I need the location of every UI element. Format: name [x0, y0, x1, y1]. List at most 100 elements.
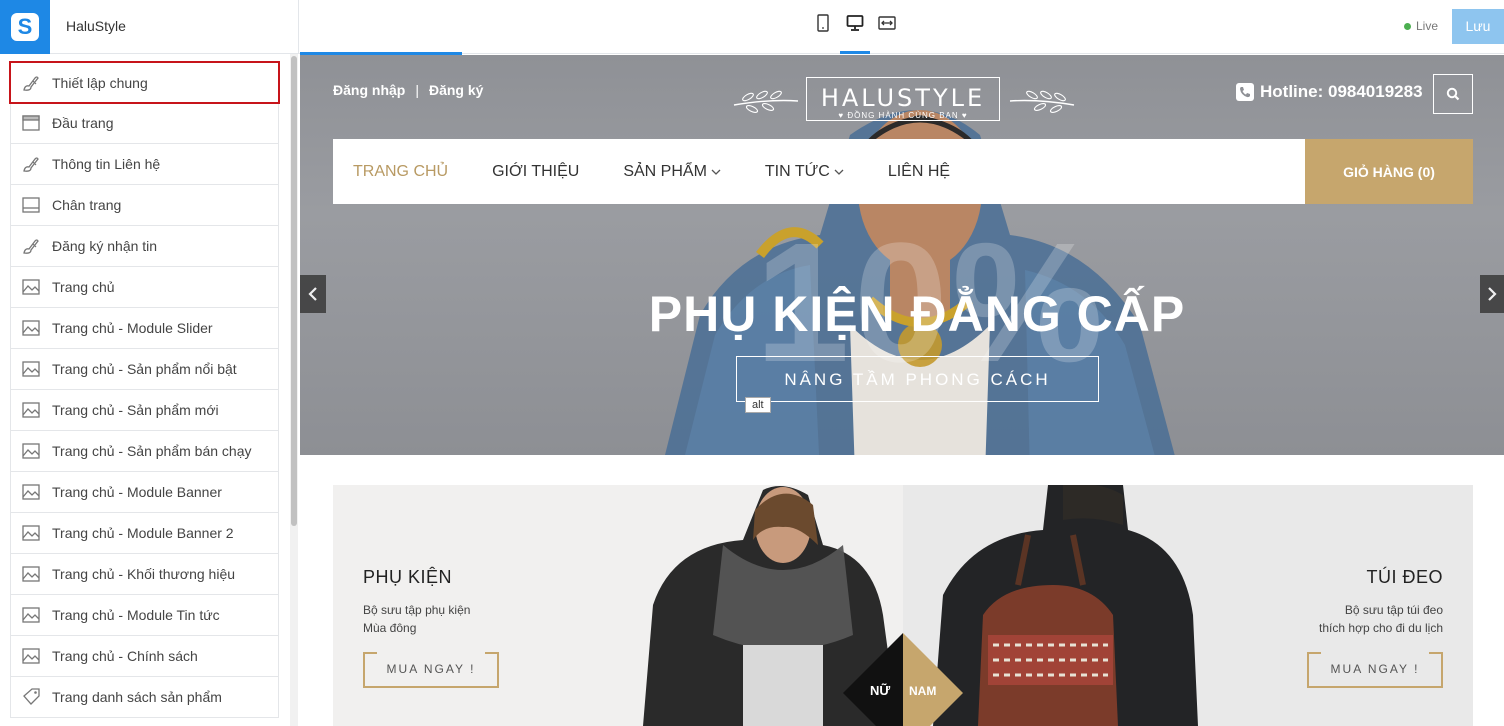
sidebar-item-label: Thiết lập chung [52, 74, 148, 91]
mobile-view-button[interactable] [812, 14, 834, 40]
chevron-left-icon [308, 287, 317, 301]
sidebar-item[interactable]: Thông tin Liên hệ [10, 144, 279, 185]
nav-news-label: TIN TỨC [764, 162, 830, 180]
cart-button[interactable]: GIỎ HÀNG (0) [1305, 139, 1473, 204]
sidebar-item[interactable]: Chân trang [10, 185, 279, 226]
sidebar-scrollbar[interactable] [290, 54, 298, 726]
live-label: Live [1416, 19, 1439, 33]
banner-right-buy-label: MUA NGAY ! [1330, 662, 1420, 676]
banner-right-desc: Bộ sưu tập túi đeo thích hợp cho đi du l… [1319, 601, 1443, 637]
sidebar-item[interactable]: Trang chủ - Sản phẩm mới [10, 390, 279, 431]
desktop-icon [846, 15, 864, 31]
sidebar-item[interactable]: Trang chủ [10, 267, 279, 308]
sidebar-item[interactable]: Trang chủ - Sản phẩm nổi bật [10, 349, 279, 390]
sidebar-item-label: Thông tin Liên hệ [52, 156, 161, 172]
hero-title: PHỤ KIỆN ĐẲNG CẤP [648, 286, 1186, 342]
diamond-left-shape [843, 633, 903, 726]
fullwidth-icon [878, 16, 896, 30]
banner-left-title: PHỤ KIỆN [363, 567, 453, 587]
sidebar-item-label: Trang chủ [52, 279, 115, 295]
badge-male-half[interactable]: NAM [903, 633, 963, 726]
settings-sidebar: Thiết lập chung Đầu trang Thông tin Liên h… [0, 54, 300, 726]
sidebar-item[interactable]: Trang chủ - Module Slider [10, 308, 279, 349]
sidebar-item-label: Trang chủ - Sản phẩm bán chạy [52, 443, 252, 459]
site-logo-frame: HALUSTYLE ♥ ĐỒNG HÀNH CÙNG BẠN ♥ [806, 77, 1000, 121]
banner-right-desc-line2: thích hợp cho đi du lịch [1319, 621, 1443, 635]
chevron-right-icon [1488, 287, 1497, 301]
gender-badge: NỮ NAM [843, 633, 963, 726]
button-corner [1307, 652, 1321, 654]
image-icon [22, 607, 40, 623]
nav-home[interactable]: TRANG CHỦ [353, 163, 448, 181]
site-logo[interactable]: HALUSTYLE ♥ ĐỒNG HÀNH CÙNG BẠN ♥ [730, 75, 1080, 127]
sidebar-item-label: Chân trang [52, 197, 122, 213]
phone-icon [1236, 83, 1254, 101]
banner-accessories[interactable]: PHỤ KIỆN Bộ sưu tập phụ kiện Mùa đông MU… [333, 485, 903, 726]
register-link[interactable]: Đăng ký [429, 82, 483, 98]
search-button[interactable] [1433, 74, 1473, 114]
theme-editor: S HaluStyle Live Lưu Thiết lập chung Đầu … [0, 0, 1504, 726]
image-icon [22, 320, 40, 336]
banner-right-buy-button[interactable]: MUA NGAY ! [1307, 652, 1443, 688]
nav-about[interactable]: GIỚI THIỆU [492, 163, 579, 181]
banner-right-title: TÚI ĐEO [1366, 567, 1443, 587]
nav-about-label: GIỚI THIỆU [492, 162, 580, 180]
sidebar-item[interactable]: Trang chủ - Sản phẩm bán chạy [10, 431, 279, 472]
sidebar-item[interactable]: Trang chủ - Khối thương hiệu [10, 554, 279, 595]
banner-left-buy-button[interactable]: MUA NGAY ! [363, 652, 499, 688]
hotline-text: Hotline: 0984019283 [1260, 82, 1423, 101]
button-corner [1429, 652, 1443, 654]
hero-subtitle[interactable]: NÂNG TẦM PHONG CÁCH [736, 356, 1099, 402]
sidebar-item-label: Trang chủ - Sản phẩm mới [52, 402, 219, 418]
auth-separator: | [415, 82, 419, 98]
app-logo[interactable]: S [0, 0, 50, 54]
nav-news[interactable]: TIN TỨC [765, 163, 844, 181]
sidebar-item[interactable]: Đầu trang [10, 103, 279, 144]
laurel-right-icon [1009, 90, 1075, 113]
sidebar-item[interactable]: Trang chủ - Module Banner 2 [10, 513, 279, 554]
image-icon [22, 484, 40, 500]
site-logo-name: HALUSTYLE [820, 84, 986, 112]
save-button[interactable]: Lưu [1452, 9, 1504, 44]
badge-female-half[interactable]: NỮ [843, 633, 903, 726]
sidebar-item-label: Trang chủ - Module Banner [52, 484, 222, 500]
brush-icon [23, 157, 39, 172]
nav-contact[interactable]: LIÊN HỆ [888, 163, 950, 181]
sidebar-item-label: Trang chủ - Module Tin tức [52, 607, 220, 623]
slider-next-button[interactable] [1480, 275, 1504, 313]
logo-s-icon: S [11, 13, 39, 41]
slider-prev-button[interactable] [300, 275, 326, 313]
sidebar-item[interactable]: Trang danh sách sản phẩm [10, 677, 279, 718]
sidebar-item[interactable]: Trang chủ - Chính sách [10, 636, 279, 677]
sidebar-item[interactable]: Trang chủ - Module Tin tức [10, 595, 279, 636]
nav-products[interactable]: SẢN PHẨM [623, 163, 721, 181]
sidebar-item[interactable]: Đăng ký nhận tin [10, 226, 279, 267]
login-link[interactable]: Đăng nhập [333, 82, 405, 98]
chevron-down-icon [711, 169, 721, 175]
device-switcher [812, 14, 898, 54]
sidebar-item[interactable]: Trang chủ - Module Banner [10, 472, 279, 513]
laurel-left-icon [733, 90, 799, 113]
divider [298, 0, 299, 54]
top-bar: S HaluStyle Live Lưu [0, 0, 1504, 55]
scrollbar-thumb[interactable] [291, 56, 297, 526]
image-icon [22, 648, 40, 664]
sidebar-item[interactable]: Thiết lập chung [9, 61, 280, 104]
banner-right-desc-line1: Bộ sưu tập túi đeo [1344, 603, 1443, 617]
image-icon [22, 279, 40, 295]
fullwidth-view-button[interactable] [876, 14, 898, 40]
sidebar-item-label: Đầu trang [52, 115, 114, 131]
sidebar-item-label: Trang chủ - Module Slider [52, 320, 213, 336]
brush-icon [23, 75, 39, 91]
store-name: HaluStyle [66, 18, 126, 34]
banner-bags[interactable]: TÚI ĐEO Bộ sưu tập túi đeo thích hợp cho… [903, 485, 1473, 726]
header-icon [22, 115, 40, 131]
banner-left-desc-line2: Mùa đông [363, 621, 417, 635]
badge-female-label: NỮ [870, 683, 891, 698]
hotline[interactable]: Hotline: 0984019283 [1236, 82, 1423, 102]
tag-icon [23, 688, 40, 705]
image-icon [22, 402, 40, 418]
live-dot-icon [1404, 22, 1411, 30]
sidebar-item-label: Đăng ký nhận tin [52, 238, 158, 254]
desktop-view-button[interactable] [840, 14, 870, 54]
